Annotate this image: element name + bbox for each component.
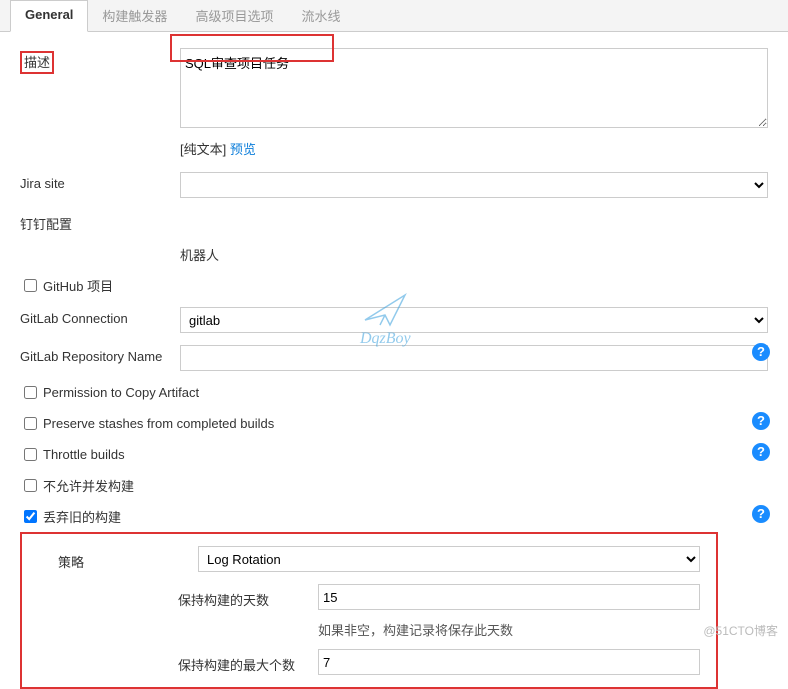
discard-old-label: 丢弃旧的构建 [43,507,121,526]
gitlab-repo-input[interactable] [180,345,768,371]
preserve-stashes-label: Preserve stashes from completed builds [43,416,274,431]
description-label: 描述 [20,51,54,74]
description-textarea[interactable] [180,48,768,128]
gitlab-repo-label: GitLab Repository Name [10,345,180,364]
github-project-label: GitHub 项目 [43,276,113,295]
throttle-builds-checkbox[interactable] [24,448,37,461]
no-concurrent-checkbox[interactable] [24,479,37,492]
keep-days-help: 如果非空，构建记录将保存此天数 [318,616,710,643]
tab-trigger[interactable]: 构建触发器 [88,0,181,31]
preserve-stashes-checkbox[interactable] [24,417,37,430]
keep-max-label: 保持构建的最大个数 [178,651,318,674]
help-icon[interactable]: ? [752,412,770,430]
help-icon[interactable]: ? [752,505,770,523]
gitlab-connection-select[interactable]: gitlab [180,307,768,333]
discard-old-checkbox[interactable] [24,510,37,523]
throttle-builds-label: Throttle builds [43,447,125,462]
no-concurrent-label: 不允许并发构建 [43,476,134,495]
keep-max-input[interactable] [318,649,700,675]
strategy-select[interactable]: Log Rotation [198,546,700,572]
tab-advanced[interactable]: 高级项目选项 [181,0,287,31]
github-project-checkbox[interactable] [24,279,37,292]
tab-pipeline[interactable]: 流水线 [287,0,354,31]
footer-text: @51CTO博客 [703,622,778,639]
jira-site-label: Jira site [10,172,180,191]
preview-link[interactable]: 预览 [230,142,256,157]
robot-label: 机器人 [180,245,219,264]
jira-site-select[interactable] [180,172,768,198]
tab-bar: General 构建触发器 高级项目选项 流水线 [0,0,788,32]
tab-general[interactable]: General [10,0,88,32]
help-icon[interactable]: ? [752,443,770,461]
discard-section: 策略 Log Rotation 保持构建的天数 如果非空，构建记录将保存此天数 … [20,532,718,689]
help-icon[interactable]: ? [752,343,770,361]
permission-copy-label: Permission to Copy Artifact [43,385,199,400]
strategy-label: 策略 [58,548,198,571]
plaintext-label: [纯文本] [180,142,230,157]
dingding-label: 钉钉配置 [10,210,180,233]
gitlab-connection-label: GitLab Connection [10,307,180,326]
keep-days-label: 保持构建的天数 [178,586,318,609]
permission-copy-checkbox[interactable] [24,386,37,399]
keep-days-input[interactable] [318,584,700,610]
